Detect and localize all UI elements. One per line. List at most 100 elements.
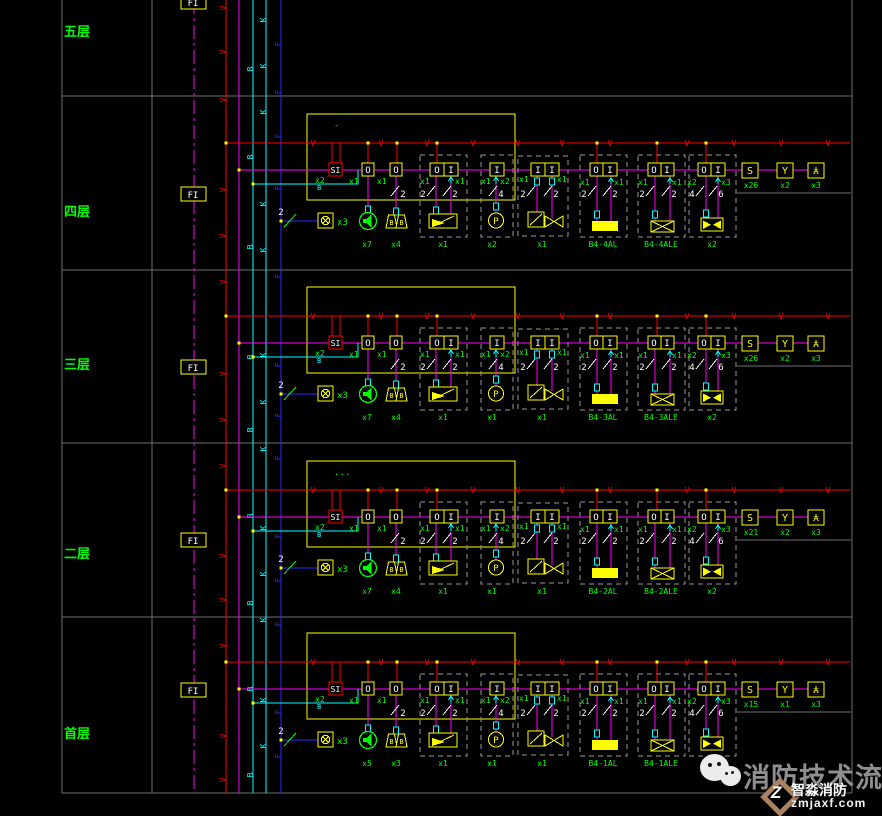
jack-device-icon bbox=[318, 732, 333, 747]
fire-alarm-riser-diagram: VVVVVVVVVVVVVVBBBBBBBBBKKKKKKKKKKKKKFFFF… bbox=[0, 0, 882, 816]
wire-type-mark: K bbox=[259, 109, 268, 114]
wire-type-mark: V bbox=[219, 733, 228, 738]
svg-text:x1: x1 bbox=[580, 697, 590, 706]
riser-lines: VVVVVVVVVVVVVVBBBBBBBBBKKKKKKKKKKKKKFFFF… bbox=[194, 0, 283, 793]
svg-text:x1: x1 bbox=[455, 524, 465, 533]
floor-row: ... bbox=[225, 461, 852, 596]
svg-text:x1: x1 bbox=[638, 178, 648, 187]
svg-text:B4-1ALE: B4-1ALE bbox=[644, 759, 678, 768]
si-module-box: SI bbox=[329, 163, 342, 176]
svg-text:2: 2 bbox=[671, 537, 676, 547]
svg-text:x1: x1 bbox=[638, 697, 648, 706]
svg-text:2: 2 bbox=[639, 363, 644, 373]
detector-y-box: Y bbox=[777, 336, 793, 351]
svg-text:x1: x1 bbox=[438, 240, 448, 249]
svg-text:x1: x1 bbox=[481, 350, 491, 359]
svg-text:x3: x3 bbox=[721, 525, 731, 534]
svg-text:P: P bbox=[493, 390, 499, 400]
svg-text:x4: x4 bbox=[391, 240, 401, 249]
svg-text:x1: x1 bbox=[638, 525, 648, 534]
svg-text:2: 2 bbox=[612, 537, 617, 547]
wire-type-mark: V bbox=[219, 463, 228, 468]
wire-type-mark: V bbox=[219, 597, 228, 602]
svg-text:x1: x1 bbox=[557, 522, 567, 531]
svg-text:¥: ¥ bbox=[813, 337, 819, 348]
isolator-box: S bbox=[742, 336, 758, 351]
floor-label-4: 四层 bbox=[64, 205, 90, 220]
wire-type-mark: K bbox=[259, 63, 268, 68]
svg-text:I: I bbox=[448, 513, 453, 523]
svg-text:B4-2AL: B4-2AL bbox=[589, 587, 618, 596]
svg-text:x26: x26 bbox=[744, 181, 759, 190]
svg-text:I: I bbox=[607, 166, 612, 176]
svg-text:2: 2 bbox=[553, 709, 558, 719]
svg-text:x1: x1 bbox=[519, 694, 529, 703]
svg-text:x3: x3 bbox=[391, 759, 401, 768]
detector-y-box: Y bbox=[777, 682, 793, 697]
floor-label-5: 五层 bbox=[64, 25, 90, 40]
pressure-switch-icon: P bbox=[489, 386, 504, 401]
svg-text:x1: x1 bbox=[537, 413, 547, 422]
svg-text:V: V bbox=[826, 658, 831, 667]
svg-text:x1: x1 bbox=[580, 525, 590, 534]
si-module-box: SI bbox=[329, 682, 342, 695]
svg-text:O: O bbox=[434, 339, 439, 349]
wire-type-mark: F bbox=[274, 455, 283, 460]
svg-text:O: O bbox=[593, 685, 598, 695]
detector-yen-box: ¥ bbox=[808, 336, 824, 351]
svg-text:x15: x15 bbox=[744, 700, 759, 709]
svg-text:B: B bbox=[399, 392, 403, 400]
wechat-icon bbox=[700, 754, 742, 790]
ii-module-box: I I bbox=[531, 510, 559, 523]
jack-count-label: x3 bbox=[337, 391, 348, 401]
svg-text:I: I bbox=[448, 339, 453, 349]
wire-type-mark: B bbox=[246, 772, 255, 777]
wire-type-mark: B bbox=[246, 244, 255, 249]
detector-yen-box: ¥ bbox=[808, 510, 824, 525]
svg-text:I: I bbox=[607, 513, 612, 523]
svg-text:2: 2 bbox=[612, 190, 617, 200]
wire-type-mark: V bbox=[219, 553, 228, 558]
svg-text:B: B bbox=[317, 357, 321, 365]
svg-text:O: O bbox=[651, 685, 656, 695]
emergency-panel-icon bbox=[651, 394, 674, 405]
svg-text:O: O bbox=[593, 513, 598, 523]
svg-text:V: V bbox=[425, 486, 430, 495]
detector-yen-box: ¥ bbox=[808, 682, 824, 697]
svg-text:x2: x2 bbox=[707, 587, 717, 596]
wire-type-mark: F bbox=[274, 709, 283, 714]
svg-text:x1: x1 bbox=[638, 351, 648, 360]
wire-type-mark: K bbox=[259, 399, 268, 404]
jack-device-icon bbox=[318, 560, 333, 575]
svg-text:V: V bbox=[608, 658, 613, 667]
output-module-box: O bbox=[362, 336, 374, 349]
svg-text:x3: x3 bbox=[811, 181, 821, 190]
svg-text:O: O bbox=[393, 685, 398, 695]
svg-text:V: V bbox=[779, 312, 784, 321]
svg-text:O: O bbox=[434, 166, 439, 176]
svg-text:x1: x1 bbox=[481, 177, 491, 186]
svg-text:Y: Y bbox=[782, 513, 788, 524]
panel-note: ... bbox=[334, 468, 350, 478]
svg-text:V: V bbox=[826, 312, 831, 321]
svg-text:x2: x2 bbox=[780, 181, 790, 190]
svg-text:O: O bbox=[593, 166, 598, 176]
svg-text:4: 4 bbox=[689, 537, 694, 547]
svg-text:2: 2 bbox=[671, 190, 676, 200]
svg-text:O: O bbox=[701, 339, 706, 349]
svg-text:V: V bbox=[732, 139, 737, 148]
emergency-panel-icon bbox=[651, 221, 674, 232]
svg-text:B: B bbox=[317, 531, 321, 539]
wire-type-mark: K bbox=[259, 17, 268, 22]
svg-text:V: V bbox=[685, 486, 690, 495]
fire-damper-icon bbox=[528, 731, 563, 746]
sounder-strobe-icon bbox=[429, 561, 457, 575]
svg-text:I: I bbox=[535, 166, 540, 176]
sounder-strobe-icon bbox=[429, 387, 457, 401]
svg-text:x1: x1 bbox=[614, 178, 624, 187]
jack-device-icon bbox=[318, 213, 333, 228]
svg-text:P: P bbox=[493, 217, 499, 227]
floor-label-2: 二层 bbox=[64, 547, 90, 562]
svg-text:V: V bbox=[779, 139, 784, 148]
wire-count-numbers: 2 2 2 4 2 2 2 2 2 2 4 6 bbox=[400, 709, 723, 719]
